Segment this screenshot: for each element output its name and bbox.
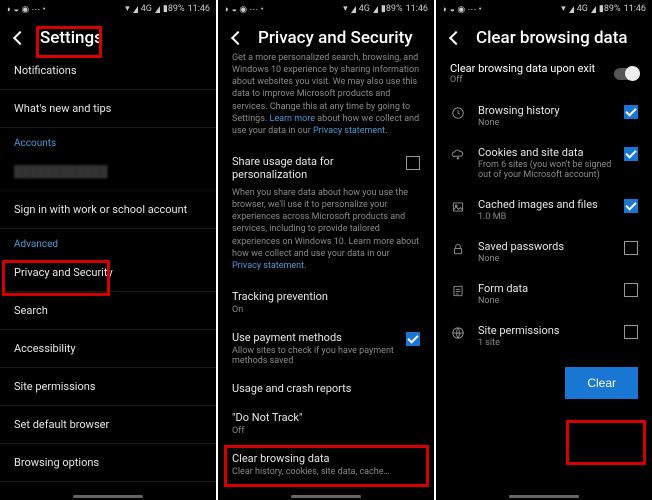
checkbox[interactable] (406, 156, 420, 170)
nav-bar (436, 494, 652, 500)
page-title: Clear browsing data (476, 28, 628, 48)
panel-privacy: ◗ ◒ ◉ ⋯ • ▾4G ▮89%11:46 Privacy and Secu… (218, 0, 434, 500)
row-passwords[interactable]: Saved passwordsNone (436, 231, 652, 273)
globe-icon (450, 325, 466, 341)
checkbox[interactable] (624, 147, 638, 161)
toggle-switch[interactable] (614, 68, 638, 80)
checkbox[interactable] (624, 325, 638, 339)
settings-item-sitepermissions[interactable]: Site permissions (0, 368, 216, 406)
description-text: When you share data about how you use th… (218, 187, 434, 280)
privacy-statement-link[interactable]: Privacy statement (313, 126, 385, 136)
settings-item-whatsnew[interactable]: What's new and tips (0, 90, 216, 128)
row-upon-exit[interactable]: Clear browsing data upon exit Off (436, 52, 652, 95)
nav-bar (218, 494, 434, 500)
row-clear-browsing[interactable]: Clear browsing data Clear history, cooki… (218, 442, 434, 483)
clear-button[interactable]: Clear (565, 367, 638, 399)
row-tracking[interactable]: Tracking prevention On (218, 280, 434, 321)
row-site-permissions[interactable]: Site permissions1 site (436, 315, 652, 357)
status-bar: ◗ ◒ ◉ ⋯ • ▾4G ▮89%11:46 (0, 0, 216, 18)
clock-icon (450, 105, 466, 121)
checkbox[interactable] (624, 199, 638, 213)
checkbox[interactable] (624, 241, 638, 255)
row-usage-crash[interactable]: Usage and crash reports (218, 372, 434, 401)
row-payment[interactable]: Use payment methods Allow sites to check… (218, 321, 434, 372)
back-icon[interactable] (12, 30, 28, 46)
row-share-usage[interactable]: Share usage data for personalization (218, 145, 434, 187)
section-accounts: Accounts (0, 128, 216, 153)
settings-item-browsingoptions[interactable]: Browsing options (0, 444, 216, 482)
settings-item-signin[interactable]: Sign in with work or school account (0, 191, 216, 229)
settings-item-defaultbrowser[interactable]: Set default browser (0, 406, 216, 444)
settings-item-accessibility[interactable]: Accessibility (0, 330, 216, 368)
privacy-statement-link[interactable]: Privacy statement (232, 261, 304, 271)
learn-more-link[interactable]: Learn more (269, 114, 315, 124)
row-form-data[interactable]: Form dataNone (436, 273, 652, 315)
checkbox[interactable] (624, 283, 638, 297)
checkbox[interactable] (406, 332, 420, 346)
settings-item-search[interactable]: Search (0, 292, 216, 330)
cloud-icon (450, 147, 466, 163)
settings-item-privacy[interactable]: Privacy and Security (0, 254, 216, 292)
page-title: Privacy and Security (258, 28, 413, 48)
settings-item-notifications[interactable]: Notifications (0, 52, 216, 90)
form-icon (450, 283, 466, 299)
row-dnt[interactable]: "Do Not Track" Off (218, 401, 434, 442)
settings-account-item[interactable]: ████████████ (0, 153, 216, 191)
row-browsing-history[interactable]: Browsing historyNone (436, 95, 652, 137)
row-cookies[interactable]: Cookies and site dataFrom 6 sites (you w… (436, 137, 652, 189)
panel-clear-data: ◗ ◒ ◉ ⋯ • ▾4G ▮89%11:46 Clear browsing d… (436, 0, 652, 500)
checkbox[interactable] (624, 105, 638, 119)
image-icon (450, 199, 466, 215)
panel-settings: ◗ ◒ ◉ ⋯ • ▾4G ▮89%11:46 Settings Notific… (0, 0, 216, 500)
status-bar: ◗ ◒ ◉ ⋯ • ▾4G ▮89%11:46 (218, 0, 434, 18)
settings-item-about[interactable]: About this app (0, 482, 216, 494)
row-cached[interactable]: Cached images and files1.0 MB (436, 189, 652, 231)
status-bar: ◗ ◒ ◉ ⋯ • ▾4G ▮89%11:46 (436, 0, 652, 18)
lock-icon (450, 241, 466, 257)
section-advanced: Advanced (0, 229, 216, 254)
nav-bar (0, 494, 216, 500)
page-title: Settings (40, 28, 103, 48)
description-text: Get a more personalized search, browsing… (218, 52, 434, 145)
back-icon[interactable] (230, 30, 246, 46)
back-icon[interactable] (448, 30, 464, 46)
